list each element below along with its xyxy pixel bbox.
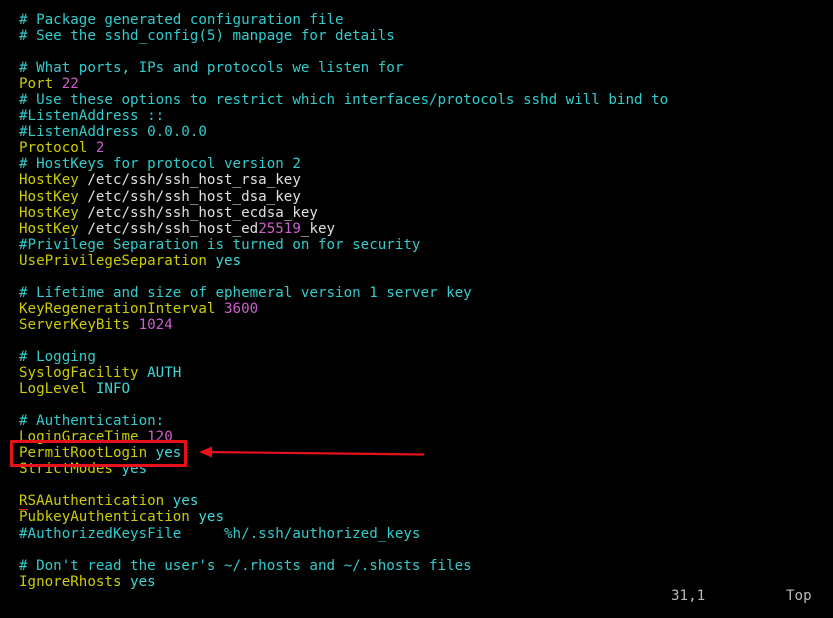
code-token-value: INFO	[95, 381, 131, 398]
code-line: # Logging	[19, 349, 819, 365]
code-token-comment: # Authentication:	[19, 413, 165, 430]
code-line: #ListenAddress 0.0.0.0	[19, 124, 819, 140]
code-line: RSAAuthentication yes	[19, 493, 819, 511]
code-token-keyword: HostKey	[19, 172, 88, 189]
code-line: PermitRootLogin yes	[19, 445, 819, 461]
code-token-number: 1024	[138, 316, 173, 333]
code-token-number: 22	[61, 76, 79, 93]
terminal-window[interactable]: # Package generated configuration file # …	[0, 0, 833, 618]
code-token-keyword: HostKey	[19, 220, 88, 237]
code-token-value: yes	[215, 252, 242, 269]
code-line: HostKey /etc/ssh/ssh_host_rsa_key	[19, 172, 819, 188]
code-token-keyword: Port	[19, 76, 62, 93]
code-line: # See the sshd_config(5) manpage for det…	[19, 28, 819, 44]
code-token-comment: #ListenAddress ::	[19, 108, 165, 125]
sshd-config-text[interactable]: # Package generated configuration file # …	[19, 12, 819, 590]
code-token-comment: # See the sshd_config(5) manpage for det…	[19, 28, 395, 45]
code-line: UsePrivilegeSeparation yes	[19, 253, 819, 269]
code-token-keyword: LogLevel	[19, 381, 96, 398]
code-line: # Lifetime and size of ephemeral version…	[19, 285, 819, 301]
code-line: Port 22	[19, 76, 819, 92]
code-token-keyword: LoginGraceTime	[19, 429, 148, 446]
code-line: StrictModes yes	[19, 461, 819, 477]
code-line: ServerKeyBits 1024	[19, 317, 819, 333]
code-token-number: 3600	[224, 300, 259, 317]
code-line: # Use these options to restrict which in…	[19, 92, 819, 108]
code-token-comment: # What ports, IPs and protocols we liste…	[19, 60, 404, 77]
code-token-keyword: StrictModes	[19, 461, 122, 478]
code-token-value: yes	[172, 493, 199, 510]
code-token-keyword: KeyRegenerationInterval	[19, 300, 224, 317]
code-token-spell: R	[19, 493, 28, 511]
code-token-keyword: UsePrivilegeSeparation	[19, 252, 216, 269]
code-line: # Don't read the user's ~/.rhosts and ~/…	[19, 558, 819, 574]
code-token-keyword: Protocol	[19, 140, 96, 157]
code-token-keyword: ServerKeyBits	[19, 316, 139, 333]
code-token-keyword: PermitRootLogin	[19, 445, 156, 462]
code-token-comment: # Logging	[19, 348, 96, 365]
code-line: # Authentication:	[19, 413, 819, 429]
code-line: # HostKeys for protocol version 2	[19, 156, 819, 172]
code-line: # What ports, IPs and protocols we liste…	[19, 60, 819, 76]
code-token-comment: # Lifetime and size of ephemeral version…	[19, 284, 472, 301]
code-token-keyword: SAAuthentication	[27, 493, 173, 510]
code-token-comment: #ListenAddress 0.0.0.0	[19, 124, 207, 141]
code-token-plain: _key	[300, 220, 336, 237]
code-token-keyword: PubkeyAuthentication	[19, 509, 199, 526]
code-token-value: yes	[121, 461, 148, 478]
code-token-plain: /etc/ssh/ssh_host_dsa_key	[87, 188, 301, 205]
code-line: KeyRegenerationInterval 3600	[19, 301, 819, 317]
code-line: PubkeyAuthentication yes	[19, 509, 819, 525]
code-line: SyslogFacility AUTH	[19, 365, 819, 381]
editor-status-line: 31,1 Top	[0, 588, 833, 608]
code-line: Protocol 2	[19, 140, 819, 156]
scroll-position-indicator: Top	[786, 588, 812, 604]
code-token-comment: #AuthorizedKeysFile %h/.ssh/authorized_k…	[19, 525, 421, 542]
code-token-number: 120	[147, 429, 173, 446]
code-line: #Privilege Separation is turned on for s…	[19, 237, 819, 253]
code-line: #AuthorizedKeysFile %h/.ssh/authorized_k…	[19, 526, 819, 542]
code-token-number: 2	[95, 140, 105, 157]
code-token-plain: /etc/ssh/ssh_host_rsa_key	[87, 172, 301, 189]
code-line: LoginGraceTime 120	[19, 429, 819, 445]
code-token-value: yes	[155, 445, 182, 462]
code-line: LogLevel INFO	[19, 381, 819, 397]
code-token-keyword: SyslogFacility	[19, 365, 148, 382]
code-line: HostKey /etc/ssh/ssh_host_ed25519_key	[19, 221, 819, 237]
code-token-plain: /etc/ssh/ssh_host_ed	[87, 220, 259, 237]
code-line: HostKey /etc/ssh/ssh_host_ecdsa_key	[19, 205, 819, 221]
cursor-position-indicator: 31,1	[671, 588, 706, 604]
code-token-comment: # HostKeys for protocol version 2	[19, 156, 301, 173]
code-token-value: yes	[198, 509, 224, 526]
code-token-keyword: HostKey	[19, 204, 88, 221]
code-line: #ListenAddress ::	[19, 108, 819, 124]
code-token-comment: # Don't read the user's ~/.rhosts and ~/…	[19, 557, 472, 574]
code-token-value: AUTH	[147, 365, 182, 382]
code-token-number: 25519	[258, 220, 301, 237]
code-token-plain: /etc/ssh/ssh_host_ecdsa_key	[87, 204, 318, 221]
code-line: # Package generated configuration file	[19, 12, 819, 28]
code-token-comment: # Use these options to restrict which in…	[19, 92, 669, 109]
code-line: HostKey /etc/ssh/ssh_host_dsa_key	[19, 189, 819, 205]
code-token-comment: # Package generated configuration file	[19, 12, 344, 28]
code-token-comment: #Privilege Separation is turned on for s…	[19, 236, 421, 253]
code-token-keyword: HostKey	[19, 188, 88, 205]
